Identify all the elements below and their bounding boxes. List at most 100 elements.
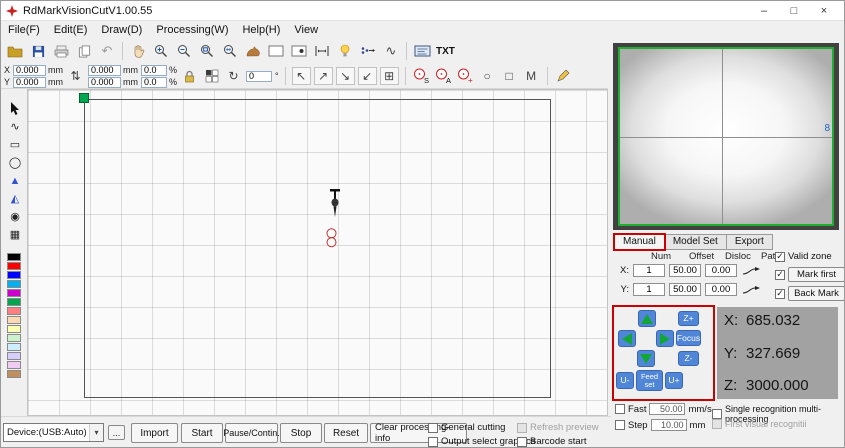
width-percent-input[interactable]: [141, 64, 167, 76]
txt-display-icon[interactable]: [411, 41, 433, 62]
mirror-ne-icon[interactable]: ↗: [313, 67, 333, 85]
grid-snap-icon[interactable]: [202, 67, 221, 85]
origin-handle[interactable]: [79, 93, 89, 103]
small-circle-icon[interactable]: ○: [478, 67, 497, 85]
curve-tool-icon[interactable]: ∿: [380, 41, 402, 62]
palette-swatch[interactable]: [7, 280, 21, 288]
palette-swatch[interactable]: [7, 343, 21, 351]
x-offset-input[interactable]: [669, 264, 701, 277]
pen-tool-icon[interactable]: [554, 67, 573, 85]
tab-model-set[interactable]: Model Set: [663, 234, 727, 250]
mark-first-button[interactable]: Mark first: [788, 267, 844, 282]
array-copy-icon[interactable]: [357, 41, 379, 62]
x-position-input[interactable]: [13, 64, 46, 76]
copy-button[interactable]: [73, 41, 95, 62]
pause-continue-button[interactable]: Pause/Contin.: [223, 423, 280, 443]
rect-dot-icon[interactable]: [288, 41, 310, 62]
palette-swatch[interactable]: [7, 262, 21, 270]
mirror-se-icon[interactable]: ↘: [335, 67, 355, 85]
palette-swatch[interactable]: [7, 307, 21, 315]
tab-manual[interactable]: Manual: [613, 233, 666, 251]
y-disloc-input[interactable]: [705, 283, 737, 296]
palette-swatch[interactable]: [7, 361, 21, 369]
start-button[interactable]: Start: [181, 423, 223, 443]
swap-axes-icon[interactable]: ⇅: [66, 67, 85, 85]
simulate-cat-icon[interactable]: [242, 41, 264, 62]
minimize-button[interactable]: –: [749, 5, 779, 17]
jog-up-button[interactable]: [638, 310, 656, 327]
undo-icon[interactable]: ↶: [96, 41, 118, 62]
light-bulb-icon[interactable]: [334, 41, 356, 62]
device-more-button[interactable]: ...: [108, 425, 125, 440]
mirror-sw-icon[interactable]: ↙: [357, 67, 377, 85]
palette-swatch[interactable]: [7, 370, 21, 378]
stop-button[interactable]: Stop: [280, 423, 322, 443]
center-grid-icon[interactable]: ⊞: [379, 67, 399, 85]
palette-swatch[interactable]: [7, 289, 21, 297]
y-position-input[interactable]: [13, 76, 46, 88]
reset-button[interactable]: Reset: [324, 423, 368, 443]
mirror-nw-icon[interactable]: ↖: [291, 67, 311, 85]
palette-swatch[interactable]: [7, 298, 21, 306]
menu-file[interactable]: File(F): [1, 24, 47, 36]
spiral-tool-icon[interactable]: ◉: [6, 209, 24, 224]
rotate-icon[interactable]: ↻: [224, 67, 243, 85]
menu-view[interactable]: View: [287, 24, 325, 36]
focus-button[interactable]: Focus: [676, 330, 701, 346]
step-checkbox[interactable]: [615, 420, 625, 430]
palette-swatch[interactable]: [7, 352, 21, 360]
device-select[interactable]: Device:(USB:Auto) ▾: [3, 423, 104, 442]
height-input[interactable]: [88, 76, 121, 88]
y-path-direction-icon[interactable]: [741, 284, 761, 296]
x-path-direction-icon[interactable]: [741, 265, 761, 277]
circle-s-icon[interactable]: S: [412, 67, 431, 85]
fast-speed-input[interactable]: [649, 403, 686, 415]
zoom-fit-icon[interactable]: [219, 41, 241, 62]
zoom-in-icon[interactable]: [150, 41, 172, 62]
feed-set-button[interactable]: Feed set: [636, 370, 663, 391]
valid-zone-checkbox[interactable]: [775, 251, 785, 262]
open-button[interactable]: [4, 41, 26, 62]
barcode-start-checkbox[interactable]: [517, 436, 527, 447]
jog-down-button[interactable]: [637, 350, 655, 367]
circle-a-icon[interactable]: A: [434, 67, 453, 85]
menu-draw[interactable]: Draw(D): [94, 24, 149, 36]
save-button[interactable]: [27, 41, 49, 62]
palette-swatch[interactable]: [7, 253, 21, 261]
z-minus-button[interactable]: Z-: [678, 351, 699, 366]
canvas-object-pin[interactable]: [328, 189, 342, 221]
zoom-window-icon[interactable]: [196, 41, 218, 62]
jog-right-button[interactable]: [656, 330, 674, 347]
back-mark-checkbox[interactable]: [775, 288, 785, 299]
triangle-tool-icon[interactable]: ▲: [6, 173, 24, 188]
maximize-button[interactable]: □: [779, 5, 809, 17]
rectangle-tool-icon[interactable]: ▭: [6, 137, 24, 152]
x-disloc-input[interactable]: [705, 264, 737, 277]
blank-rect-icon[interactable]: [265, 41, 287, 62]
general-cutting-checkbox[interactable]: [428, 422, 438, 433]
z-plus-button[interactable]: Z+: [678, 311, 699, 326]
select-cursor-icon[interactable]: [6, 101, 24, 116]
back-mark-button[interactable]: Back Mark: [788, 286, 844, 301]
width-input[interactable]: [88, 64, 121, 76]
output-select-checkbox[interactable]: [428, 436, 438, 447]
polygon-tool-icon[interactable]: ◭: [6, 191, 24, 206]
mirror-horizontal-icon[interactable]: [311, 41, 333, 62]
import-button[interactable]: Import: [131, 423, 178, 443]
ellipse-tool-icon[interactable]: ◯: [6, 155, 24, 170]
palette-swatch[interactable]: [7, 325, 21, 333]
chevron-down-icon[interactable]: ▾: [89, 424, 103, 441]
fast-checkbox[interactable]: [615, 404, 625, 414]
menu-processing[interactable]: Processing(W): [149, 24, 235, 36]
canvas-object-eight[interactable]: [325, 228, 338, 248]
curve-draw-icon[interactable]: ∿: [6, 119, 24, 134]
palette-swatch[interactable]: [7, 334, 21, 342]
single-recognition-checkbox[interactable]: [712, 409, 722, 419]
menu-help[interactable]: Help(H): [235, 24, 287, 36]
zoom-out-icon[interactable]: [173, 41, 195, 62]
tab-export[interactable]: Export: [725, 234, 773, 250]
dot-matrix-tool-icon[interactable]: ▦: [6, 227, 24, 242]
y-num-input[interactable]: [633, 283, 665, 296]
palette-swatch[interactable]: [7, 316, 21, 324]
rotate-angle-input[interactable]: [246, 70, 273, 82]
